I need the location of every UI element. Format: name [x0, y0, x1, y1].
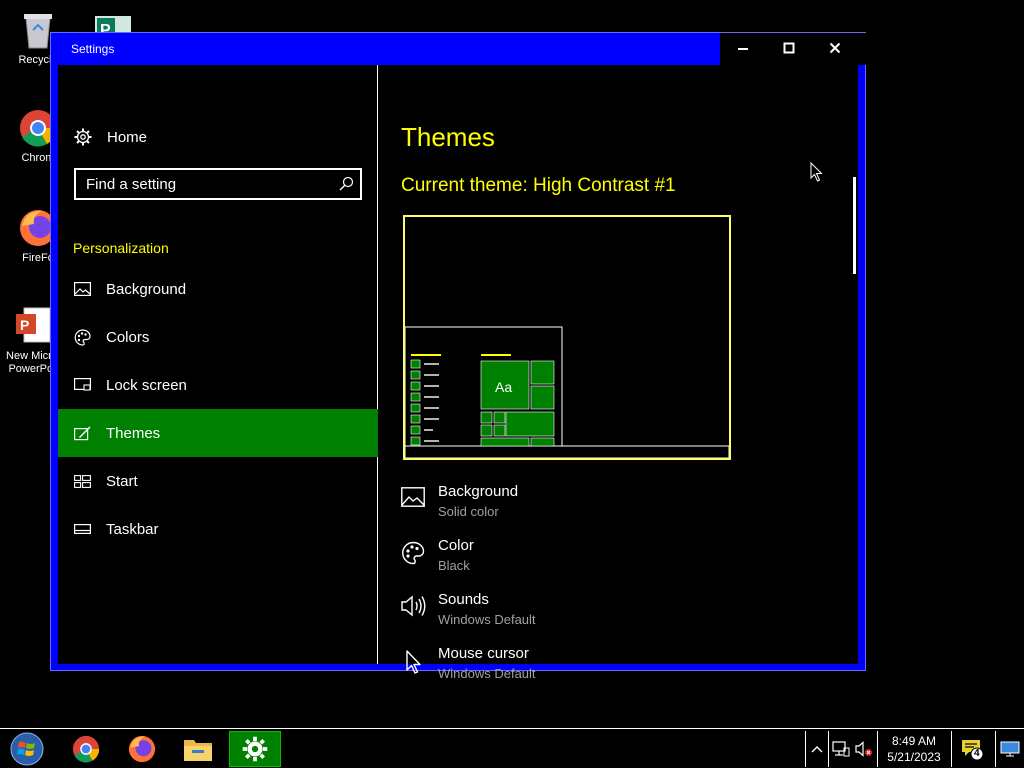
sidebar-item-background[interactable]: Background — [58, 265, 378, 313]
sidebar-item-label: Taskbar — [106, 520, 159, 538]
clock-time: 8:49 AM — [891, 734, 937, 748]
windows-orb-icon — [10, 732, 44, 766]
option-title: Mouse cursor — [438, 645, 529, 662]
option-subtitle: Black — [438, 558, 470, 573]
show-desktop-button[interactable] — [998, 731, 1022, 767]
window-title: Settings — [71, 42, 115, 56]
network-icon — [832, 741, 850, 757]
network-tray-button[interactable] — [830, 731, 852, 767]
option-sounds[interactable]: Sounds Windows Default — [401, 591, 701, 635]
scrollbar-thumb[interactable] — [853, 177, 856, 274]
taskbar-icon — [74, 524, 91, 534]
sidebar-item-colors[interactable]: Colors — [58, 313, 378, 361]
page-title: Themes — [401, 122, 495, 152]
sidebar-item-label: Lock screen — [106, 376, 187, 394]
option-subtitle: Windows Default — [438, 666, 536, 681]
option-title: Background — [438, 483, 519, 500]
taskbar: 8:49 AM 5/21/2023 4 — [0, 728, 1024, 768]
preview-sample-text: Aa — [495, 379, 513, 395]
folder-icon — [184, 740, 212, 761]
chevron-up-icon — [811, 746, 823, 753]
minimize-button[interactable] — [720, 33, 766, 63]
sidebar-item-label: Background — [106, 280, 187, 298]
close-icon — [829, 42, 841, 54]
option-mouse-cursor[interactable]: Mouse cursor Windows Default — [401, 645, 701, 689]
tray-divider — [951, 731, 952, 767]
powerpoint-icon: P — [16, 307, 51, 343]
current-theme-heading: Current theme: High Contrast #1 — [401, 175, 676, 196]
sidebar-item-start[interactable]: Start — [58, 457, 378, 505]
palette-icon — [74, 328, 91, 346]
svg-text:P: P — [20, 317, 29, 333]
maximize-icon — [783, 42, 795, 54]
sidebar-item-label: Themes — [106, 424, 161, 442]
taskbar-settings-button[interactable] — [229, 731, 281, 767]
sidebar-item-label: Colors — [106, 328, 150, 346]
section-heading-personalization: Personalization — [73, 240, 169, 256]
theme-preview-graphic — [405, 326, 729, 458]
speaker-icon — [401, 595, 426, 617]
main-content: Themes Current theme: High Contrast #1 A… — [379, 65, 858, 681]
tray-divider — [995, 731, 996, 767]
gear-icon — [74, 128, 92, 146]
sidebar: Home Personalization Background — [58, 65, 378, 664]
option-subtitle: Windows Default — [438, 612, 536, 627]
home-label: Home — [107, 128, 148, 146]
taskbar-clock[interactable]: 8:49 AM 5/21/2023 — [878, 733, 950, 765]
sidebar-item-label: Start — [106, 472, 138, 490]
taskbar-firefox-button[interactable] — [116, 731, 168, 767]
mouse-pointer-icon — [810, 162, 823, 182]
lock-screen-icon — [74, 378, 91, 391]
option-title: Color — [438, 537, 474, 554]
cursor-icon — [406, 650, 421, 674]
theme-preview: Aa — [403, 215, 731, 460]
settings-client: Home Personalization Background — [58, 65, 858, 681]
sidebar-item-lock-screen[interactable]: Lock screen — [58, 361, 378, 409]
title-bar[interactable]: Settings — [51, 33, 866, 65]
show-hidden-icons-button[interactable] — [806, 731, 828, 767]
chrome-icon — [72, 735, 100, 763]
taskbar-chrome-button[interactable] — [60, 731, 112, 767]
gear-icon — [242, 736, 268, 762]
notification-icon — [962, 740, 984, 761]
maximize-button[interactable] — [766, 33, 812, 63]
tray-divider — [828, 731, 829, 767]
sidebar-item-themes[interactable]: Themes — [58, 409, 378, 457]
minimize-icon — [738, 48, 748, 50]
volume-tray-button[interactable] — [853, 731, 875, 767]
taskbar-file-explorer-button[interactable] — [172, 731, 224, 767]
search-box[interactable] — [74, 168, 362, 200]
palette-icon — [402, 541, 425, 565]
action-center-button[interactable]: 4 — [954, 731, 990, 767]
notification-count-badge: 4 — [974, 748, 980, 759]
clock-date: 5/21/2023 — [887, 750, 941, 764]
close-button[interactable] — [812, 33, 858, 63]
start-button[interactable] — [2, 731, 52, 767]
option-color[interactable]: Color Black — [401, 537, 701, 581]
speaker-muted-icon — [855, 741, 872, 757]
image-icon — [74, 282, 91, 296]
firefox-icon — [128, 735, 156, 763]
desktop-icon — [1000, 741, 1020, 757]
option-title: Sounds — [438, 591, 489, 608]
search-input[interactable] — [76, 170, 330, 198]
themes-icon — [74, 426, 91, 440]
start-icon — [74, 474, 91, 488]
settings-window[interactable]: Settings Home Find a setting Personaliza… — [50, 32, 866, 681]
search-icon[interactable] — [338, 176, 354, 192]
option-subtitle: Solid color — [438, 504, 499, 519]
option-background[interactable]: Background Solid color — [401, 483, 701, 527]
sidebar-item-taskbar[interactable]: Taskbar — [58, 505, 378, 553]
image-icon — [401, 487, 425, 507]
home-nav-item[interactable]: Home — [74, 127, 147, 147]
